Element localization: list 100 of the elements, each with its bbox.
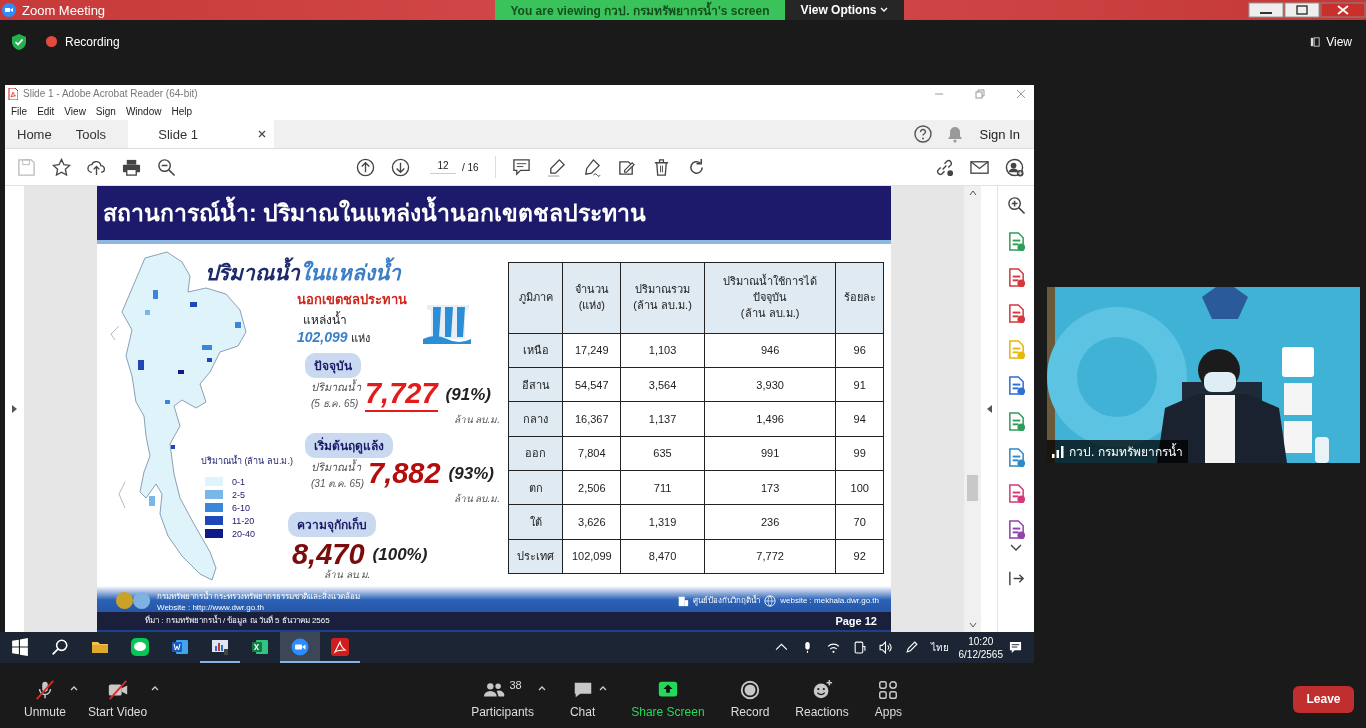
zoom-icon[interactable]: [157, 157, 176, 177]
notification-icon[interactable]: [1009, 641, 1022, 654]
stat-date: (31 ต.ค. 65): [311, 476, 364, 491]
table-cell: 1,496: [704, 401, 836, 437]
legend-label: 6-10: [232, 502, 250, 513]
stat-percent: (100%): [372, 544, 428, 565]
page-number: Page 12: [835, 614, 877, 627]
view-icon[interactable]: [1310, 37, 1321, 47]
emblem-icon: [115, 591, 153, 611]
signal-icon: [1052, 445, 1064, 458]
view-options-button[interactable]: View Options: [785, 0, 904, 20]
caret-icon[interactable]: [599, 685, 608, 691]
star-icon[interactable]: [52, 157, 71, 177]
tab[interactable]: Slide 1: [128, 120, 275, 148]
column-header: ปริมาณน้ำใช้การได้ ปัจจุบัน (ล้าน ลบ.ม.): [704, 262, 836, 334]
video-app-icon: [2, 3, 16, 17]
table-cell: อีสาน: [508, 367, 563, 402]
menu-item[interactable]: Window: [125, 105, 162, 117]
table-cell: 946: [704, 333, 836, 368]
table-cell: 91: [835, 367, 884, 402]
window-title: Slide 1 - Adobe Acrobat Reader (64-bit): [23, 88, 198, 99]
record-icon: [45, 35, 58, 48]
legend-label: 2-5: [232, 489, 245, 500]
collapse-arrow-icon[interactable]: [986, 405, 993, 413]
scroll-up-icon[interactable]: [968, 190, 977, 196]
leave-button[interactable]: Leave: [1293, 685, 1354, 713]
sign-in-button[interactable]: Sign In: [977, 120, 1034, 148]
minimize-icon[interactable]: [1248, 2, 1284, 18]
expand-arrow-icon[interactable]: [11, 405, 18, 413]
tab[interactable]: Home: [5, 120, 64, 148]
video-app-icon[interactable]: [280, 632, 320, 663]
scrollbar[interactable]: [964, 186, 982, 632]
chevron-down-icon[interactable]: [1010, 544, 1023, 552]
toolbar-button[interactable]: Start Video: [86, 675, 150, 723]
table-cell: 16,367: [562, 401, 621, 437]
participant-name: กวป. กรมทรัพยากรน้ำ: [1069, 442, 1183, 461]
table-cell: 8,470: [620, 539, 705, 574]
toolbar-button[interactable]: Reactions: [793, 675, 851, 723]
menu-item[interactable]: Sign: [95, 105, 116, 117]
caret-icon[interactable]: [70, 685, 79, 691]
legend-label: 11-20: [232, 515, 255, 526]
table-cell: 54,547: [562, 367, 621, 402]
stat-badge: ความจุกักเก็บ: [288, 511, 376, 537]
table-cell: 1,319: [620, 504, 705, 540]
table-cell: 7,804: [562, 436, 621, 471]
toolbar-button[interactable]: 38 Participants: [469, 675, 536, 723]
document-plus-icon[interactable]: [1006, 232, 1026, 251]
document-icon[interactable]: [1006, 520, 1026, 539]
close-icon[interactable]: [1320, 2, 1366, 18]
wifi-icon[interactable]: [826, 641, 840, 654]
toolbar-button[interactable]: Record: [728, 675, 772, 723]
language-indicator[interactable]: ไทย: [930, 640, 949, 655]
table-cell: 236: [704, 504, 836, 540]
stat-badge: เริ่มต้นฤดูแล้ง: [305, 432, 393, 458]
scroll-down-icon[interactable]: [968, 622, 977, 628]
table-cell: ใต้: [508, 504, 563, 540]
column-header: จำนวน (แห่ง): [562, 262, 621, 334]
table-cell: 94: [835, 401, 884, 437]
shield-icon[interactable]: [11, 33, 27, 51]
menu-item[interactable]: Edit: [37, 105, 55, 117]
device-icon[interactable]: [852, 641, 866, 654]
toolbar-button[interactable]: Apps: [872, 675, 905, 723]
help-icon[interactable]: [913, 125, 932, 143]
add-user-icon[interactable]: [1005, 157, 1024, 177]
highlighter-icon[interactable]: [546, 157, 566, 177]
viewing-banner: You are viewing กวป. กรมทรัพยากรน้ำ's screen: [495, 0, 785, 20]
footer-website: website : mekhala.dwr.go.th: [780, 596, 879, 606]
toolbar-button[interactable]: Unmute: [22, 675, 69, 723]
page-number-field[interactable]: 12: [430, 160, 456, 174]
subtitle: นอกเขตชลประทาน: [297, 290, 407, 309]
column-header: ปริมาณรวม (ล้าน ลบ.ม.): [620, 262, 705, 334]
scroll-thumb[interactable]: [967, 475, 979, 501]
page-count: / 16: [462, 161, 479, 173]
tab[interactable]: Tools: [63, 120, 119, 148]
globe-icon: [764, 594, 777, 607]
table-cell: 711: [620, 470, 705, 505]
table-cell: 92: [835, 539, 884, 574]
view-button[interactable]: View: [1310, 35, 1352, 49]
menu-item[interactable]: File: [11, 105, 28, 117]
caret-icon[interactable]: [151, 685, 160, 691]
maximize-icon[interactable]: [1284, 2, 1320, 18]
table-cell: 70: [835, 504, 884, 540]
previous-page-icon[interactable]: [356, 157, 375, 177]
menu-item[interactable]: Help: [171, 105, 193, 117]
toolbar-button[interactable]: Share Screen: [629, 675, 707, 723]
slide-heading: ในแหล่งน้ำ: [300, 255, 401, 289]
table-cell: 991: [704, 436, 836, 471]
document-plus-icon[interactable]: [1006, 304, 1026, 323]
print-icon[interactable]: [122, 157, 141, 177]
column-header: ภูมิภาค: [508, 262, 563, 334]
zoom-icon[interactable]: [1006, 196, 1026, 215]
caret-icon[interactable]: [537, 685, 546, 691]
share-link-icon[interactable]: [935, 157, 954, 177]
menu-item[interactable]: View: [64, 105, 86, 117]
stat-percent: (91%): [445, 384, 491, 405]
close-icon[interactable]: [258, 130, 267, 138]
collapse-panel-icon[interactable]: [1006, 569, 1026, 588]
toolbar-button[interactable]: Chat: [567, 675, 598, 723]
volume-icon[interactable]: [878, 641, 892, 654]
next-page-icon[interactable]: [391, 157, 410, 177]
